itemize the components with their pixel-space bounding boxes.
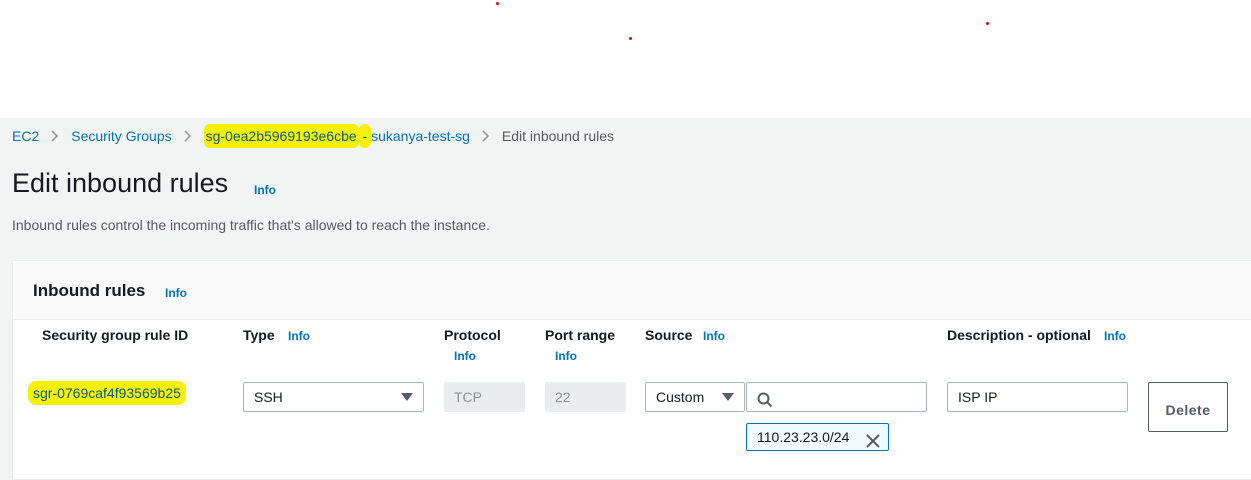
chevron-right-icon <box>482 130 490 142</box>
chevron-right-icon <box>51 130 59 142</box>
breadcrumb-ec2[interactable]: EC2 <box>12 128 39 144</box>
caret-down-icon <box>722 393 734 401</box>
panel-info-link[interactable]: Info <box>165 286 187 300</box>
caret-down-icon <box>401 393 413 401</box>
type-select[interactable]: SSH <box>243 382 424 412</box>
port-range-field: 22 <box>545 382 626 412</box>
column-header-type: Type <box>243 327 275 343</box>
source-search-input[interactable] <box>746 382 927 412</box>
page-description: Inbound rules control the incoming traff… <box>12 217 490 233</box>
column-header-description: Description - optional <box>947 327 1091 343</box>
source-cidr-value: 110.23.23.0/24 <box>757 429 850 445</box>
page-title-info-link[interactable]: Info <box>254 183 276 197</box>
panel-header: Inbound rules Info <box>13 261 1251 320</box>
panel-title: Inbound rules <box>33 281 146 300</box>
column-header-port-range: Port range <box>545 327 616 343</box>
breadcrumb-security-groups[interactable]: Security Groups <box>71 128 171 144</box>
description-input[interactable]: ISP IP <box>947 382 1128 412</box>
type-info-link[interactable]: Info <box>288 329 310 343</box>
column-header-source: Source <box>645 327 693 343</box>
red-dot-marker <box>629 37 632 40</box>
red-dot-marker <box>496 2 499 5</box>
source-type-select[interactable]: Custom <box>645 382 745 412</box>
close-icon[interactable] <box>866 430 880 456</box>
inbound-rules-panel: Inbound rules Info <box>12 260 1251 480</box>
source-type-value: Custom <box>656 389 705 405</box>
column-header-rule-id: Security group rule ID <box>42 327 189 343</box>
top-blank-area <box>0 0 1251 118</box>
rule-id-value: sgr-0769caf4f93569b25 <box>28 381 186 405</box>
delete-rule-button[interactable]: Delete <box>1148 382 1228 432</box>
source-info-link[interactable]: Info <box>703 329 725 343</box>
breadcrumb-sg-name: sukanya-test-sg <box>371 128 470 144</box>
page-title: Edit inbound rules <box>12 168 229 198</box>
search-icon <box>757 389 773 417</box>
red-dot-marker <box>986 22 989 25</box>
protocol-field: TCP <box>444 382 525 412</box>
protocol-info-link[interactable]: Info <box>454 349 476 363</box>
breadcrumb-sg-id: sg-0ea2b5969193e6cbe <box>203 124 359 148</box>
breadcrumb-security-group[interactable]: sg-0ea2b5969193e6cbe - sukanya-test-sg <box>203 124 470 148</box>
breadcrumb-sg-separator: - <box>358 124 372 148</box>
type-select-value: SSH <box>254 389 283 405</box>
column-header-protocol: Protocol <box>444 327 501 343</box>
port-range-info-link[interactable]: Info <box>555 349 577 363</box>
source-cidr-token: 110.23.23.0/24 <box>746 423 889 451</box>
description-info-link[interactable]: Info <box>1104 329 1126 343</box>
breadcrumb-current: Edit inbound rules <box>501 128 614 144</box>
chevron-right-icon <box>184 130 192 142</box>
breadcrumb: EC2 Security Groups sg-0ea2b5969193e6cbe… <box>12 124 614 148</box>
